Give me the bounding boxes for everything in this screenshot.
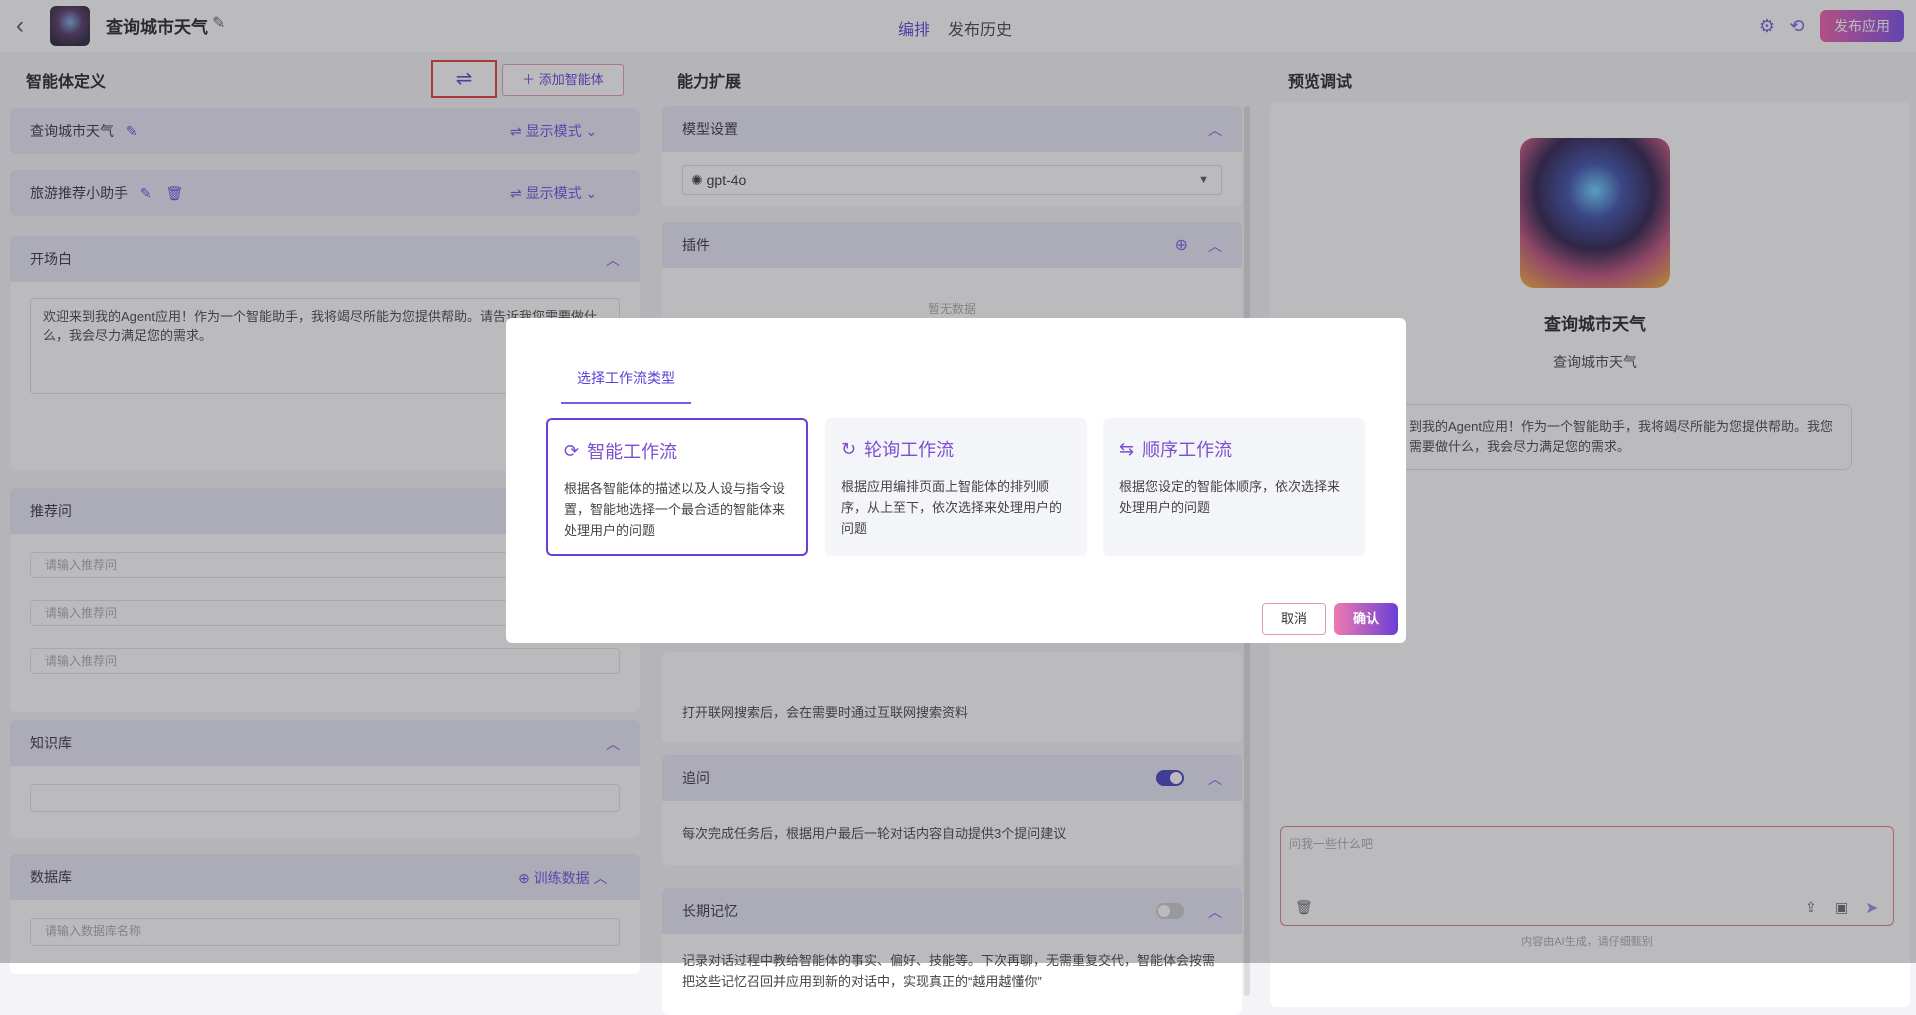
cancel-button[interactable]: 取消	[1262, 603, 1326, 635]
card-desc: 根据各智能体的描述以及人设与指令设置，智能地选择一个最合适的智能体来处理用户的问…	[564, 481, 786, 538]
sequential-workflow-icon: ⇆	[1119, 438, 1135, 459]
polling-workflow-icon: ↻	[841, 438, 857, 459]
card-title: 智能工作流	[587, 442, 678, 462]
modal-tab[interactable]: 选择工作流类型	[561, 368, 691, 404]
polling-workflow-card[interactable]: ↻ 轮询工作流 根据应用编排页面上智能体的排列顺序，从上至下，依次选择来处理用户的…	[825, 418, 1087, 556]
card-desc: 根据您设定的智能体顺序，依次选择来处理用户的问题	[1119, 479, 1341, 515]
sequential-workflow-card[interactable]: ⇆ 顺序工作流 根据您设定的智能体顺序，依次选择来处理用户的问题	[1103, 418, 1365, 556]
card-desc: 根据应用编排页面上智能体的排列顺序，从上至下，依次选择来处理用户的问题	[841, 479, 1063, 536]
smart-workflow-card[interactable]: ⟳ 智能工作流 根据各智能体的描述以及人设与指令设置，智能地选择一个最合适的智能体…	[546, 418, 808, 556]
smart-workflow-icon: ⟳	[564, 440, 580, 461]
workflow-type-modal: 选择工作流类型 ⟳ 智能工作流 根据各智能体的描述以及人设与指令设置，智能地选择一…	[506, 318, 1406, 643]
card-title: 轮询工作流	[864, 440, 955, 460]
confirm-button[interactable]: 确认	[1334, 603, 1398, 635]
card-title: 顺序工作流	[1142, 440, 1233, 460]
